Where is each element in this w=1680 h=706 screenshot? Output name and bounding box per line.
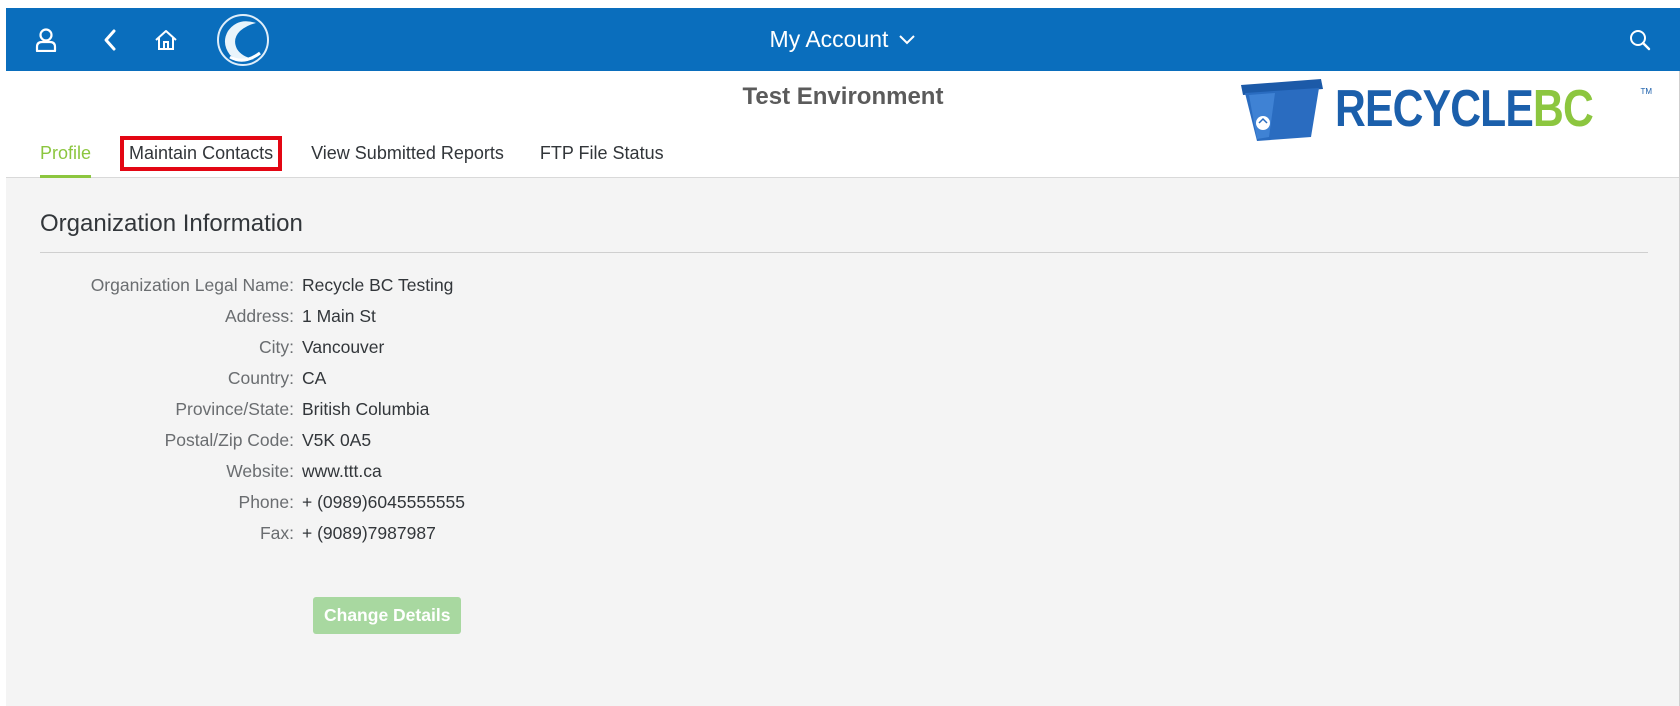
field-value: Recycle BC Testing (302, 275, 454, 295)
app-logo[interactable] (216, 13, 270, 67)
field-row-postal-code: Postal/Zip Code: V5K 0A5 (40, 425, 940, 456)
field-row-website: Website: www.ttt.ca (40, 456, 940, 487)
tab-bar: Profile Maintain Contacts View Submitted… (6, 128, 682, 178)
shell-bar: My Account (6, 8, 1680, 71)
field-row-phone: Phone: + (0989)6045555555 (40, 487, 940, 518)
field-label: Website: (226, 461, 294, 481)
field-row-province: Province/State: British Columbia (40, 394, 940, 425)
tab-label: Profile (40, 142, 92, 163)
field-label: City: (259, 337, 294, 357)
recyclebc-logo: RECYCLEBC TM (1235, 75, 1652, 143)
change-details-button[interactable]: Change Details (313, 597, 462, 634)
field-label: Organization Legal Name: (90, 275, 294, 295)
field-label: Province/State: (175, 399, 294, 419)
person-icon (35, 27, 57, 52)
field-value: + (0989)6045555555 (302, 492, 465, 512)
field-row-country: Country: CA (40, 363, 940, 394)
field-value: Vancouver (302, 337, 385, 357)
home-button[interactable] (144, 8, 188, 71)
tab-maintain-contacts[interactable]: Maintain Contacts (109, 128, 293, 178)
field-value: V5K 0A5 (302, 430, 372, 450)
tab-label: Maintain Contacts (120, 135, 283, 171)
field-row-address: Address: 1 Main St (40, 301, 940, 332)
home-icon (155, 29, 177, 50)
tab-ftp-file-status[interactable]: FTP File Status (522, 128, 682, 178)
field-value: 1 Main St (302, 306, 376, 326)
search-icon (1630, 29, 1651, 50)
tab-label: FTP File Status (539, 142, 664, 163)
section-title: Organization Information (40, 210, 303, 237)
recycling-bin-icon (1241, 79, 1324, 141)
field-row-legal-name: Organization Legal Name: Recycle BC Test… (40, 270, 940, 301)
chevron-down-icon (899, 34, 916, 44)
organization-info-form: Organization Legal Name: Recycle BC Test… (40, 270, 940, 549)
back-icon (104, 29, 116, 50)
brand-wordmark: RECYCLEBC TM (1335, 80, 1652, 138)
app-frame: My Account Test Environment RECYCLEBC TM… (6, 8, 1680, 706)
field-row-city: City: Vancouver (40, 332, 940, 363)
field-label: Address: (224, 306, 294, 326)
field-label: Fax: (259, 523, 294, 543)
field-value: + (9089)7987987 (302, 523, 436, 543)
tab-profile[interactable]: Profile (6, 128, 109, 178)
tab-view-submitted-reports[interactable]: View Submitted Reports (293, 128, 522, 178)
page-header: Test Environment RECYCLEBC TM Profile Ma… (6, 71, 1680, 178)
field-value: CA (302, 368, 327, 388)
field-value: British Columbia (302, 399, 430, 419)
field-label: Phone: (238, 492, 294, 512)
user-button[interactable] (24, 8, 68, 71)
back-button[interactable] (88, 8, 132, 71)
account-menu[interactable]: My Account (770, 26, 917, 53)
field-label: Postal/Zip Code: (164, 430, 294, 450)
tab-label: View Submitted Reports (311, 142, 504, 163)
shell-title: My Account (769, 26, 889, 52)
brand-trademark: TM (1640, 87, 1652, 96)
field-value: www.ttt.ca (302, 461, 382, 481)
brand-bc: BC (1533, 80, 1594, 138)
brand-recycle: RECYCLE (1335, 80, 1534, 138)
search-button[interactable] (1618, 8, 1662, 71)
field-label: Country: (227, 368, 294, 388)
section-divider (40, 252, 1648, 253)
field-row-fax: Fax: + (9089)7987987 (40, 518, 940, 549)
